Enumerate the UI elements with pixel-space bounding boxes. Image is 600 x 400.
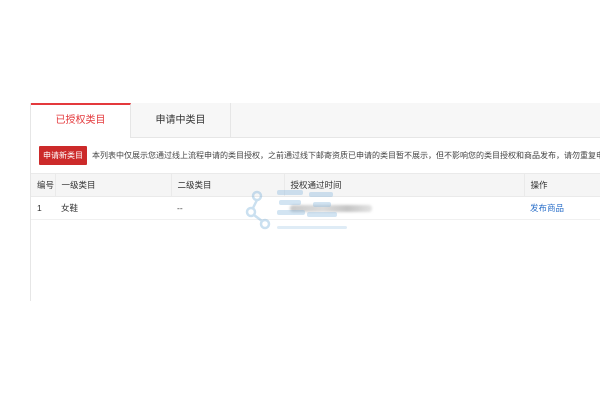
- cell-index: 1: [31, 196, 55, 220]
- header-category-level-1: 一级类目: [55, 173, 172, 197]
- tab-bar: 已授权类目 申请中类目: [31, 103, 600, 138]
- header-actions: 操作: [524, 173, 600, 197]
- apply-new-category-button[interactable]: 申请新类目: [39, 146, 87, 165]
- cell-category-level-1: 女鞋: [55, 196, 171, 220]
- notice-bar: 申请新类目 本列表中仅展示您通过线上流程申请的类目授权，之前通过线下邮寄资质已申…: [35, 146, 600, 166]
- header-index: 编号: [31, 173, 56, 197]
- watermark-logo-icon: [245, 190, 347, 230]
- tab-pending-categories[interactable]: 申请中类目: [131, 103, 231, 137]
- cell-action: 发布商品: [524, 196, 600, 220]
- notice-text: 本列表中仅展示您通过线上流程申请的类目授权，之前通过线下邮寄资质已申请的类目暂不…: [92, 151, 600, 160]
- tab-authorized-categories[interactable]: 已授权类目: [31, 103, 131, 138]
- publish-product-link[interactable]: 发布商品: [530, 203, 564, 213]
